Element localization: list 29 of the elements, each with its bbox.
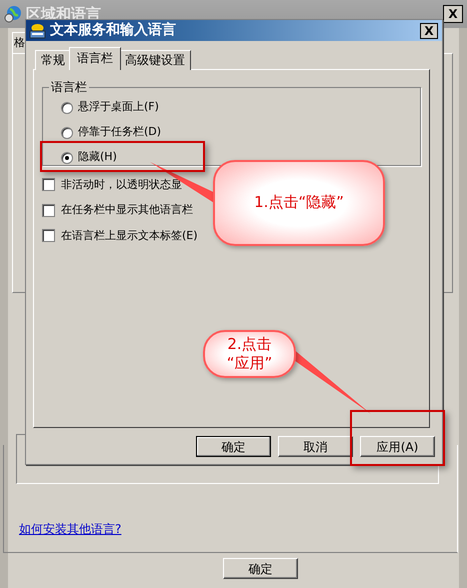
- help-link[interactable]: 如何安装其他语言?: [19, 520, 122, 538]
- radio-label: 隐藏(H): [78, 149, 117, 166]
- checkbox[interactable]: [42, 229, 55, 242]
- globe-icon: [4, 5, 22, 23]
- close-button[interactable]: X: [420, 22, 438, 38]
- radio-button[interactable]: [61, 152, 73, 164]
- group-title: 语言栏: [50, 80, 88, 95]
- tab[interactable]: 常规: [35, 50, 71, 70]
- keyboard-icon: [29, 22, 46, 38]
- ok-button[interactable]: 确定: [223, 558, 298, 579]
- radio-label: 悬浮于桌面上(F): [78, 99, 159, 116]
- checkbox-label: 非活动时，以透明状态显: [61, 176, 182, 192]
- radio-button[interactable]: [61, 126, 73, 138]
- tab[interactable]: 高级键设置: [119, 50, 191, 70]
- checkbox-label: 在语言栏上显示文本标签(E): [61, 228, 198, 244]
- close-button[interactable]: X: [443, 5, 463, 23]
- checkbox[interactable]: [42, 178, 55, 192]
- radio-label: 停靠于任务栏(D): [78, 124, 162, 140]
- checkbox-label: 在任务栏中显示其他语言栏: [61, 202, 193, 218]
- checkbox[interactable]: [42, 204, 55, 217]
- tab[interactable]: 语言栏: [69, 47, 121, 70]
- cancel-button[interactable]: 取消: [278, 436, 353, 457]
- apply-button[interactable]: 应用(A): [360, 436, 435, 457]
- callout-text: 2.点击: [227, 334, 272, 354]
- radio-button[interactable]: [61, 102, 73, 114]
- callout-text: “应用”: [226, 354, 272, 374]
- dialog-title: 文本服务和输入语言: [50, 20, 176, 40]
- callout-text: 1.点击“隐藏”: [254, 193, 344, 213]
- ok-button[interactable]: 确定: [196, 436, 271, 457]
